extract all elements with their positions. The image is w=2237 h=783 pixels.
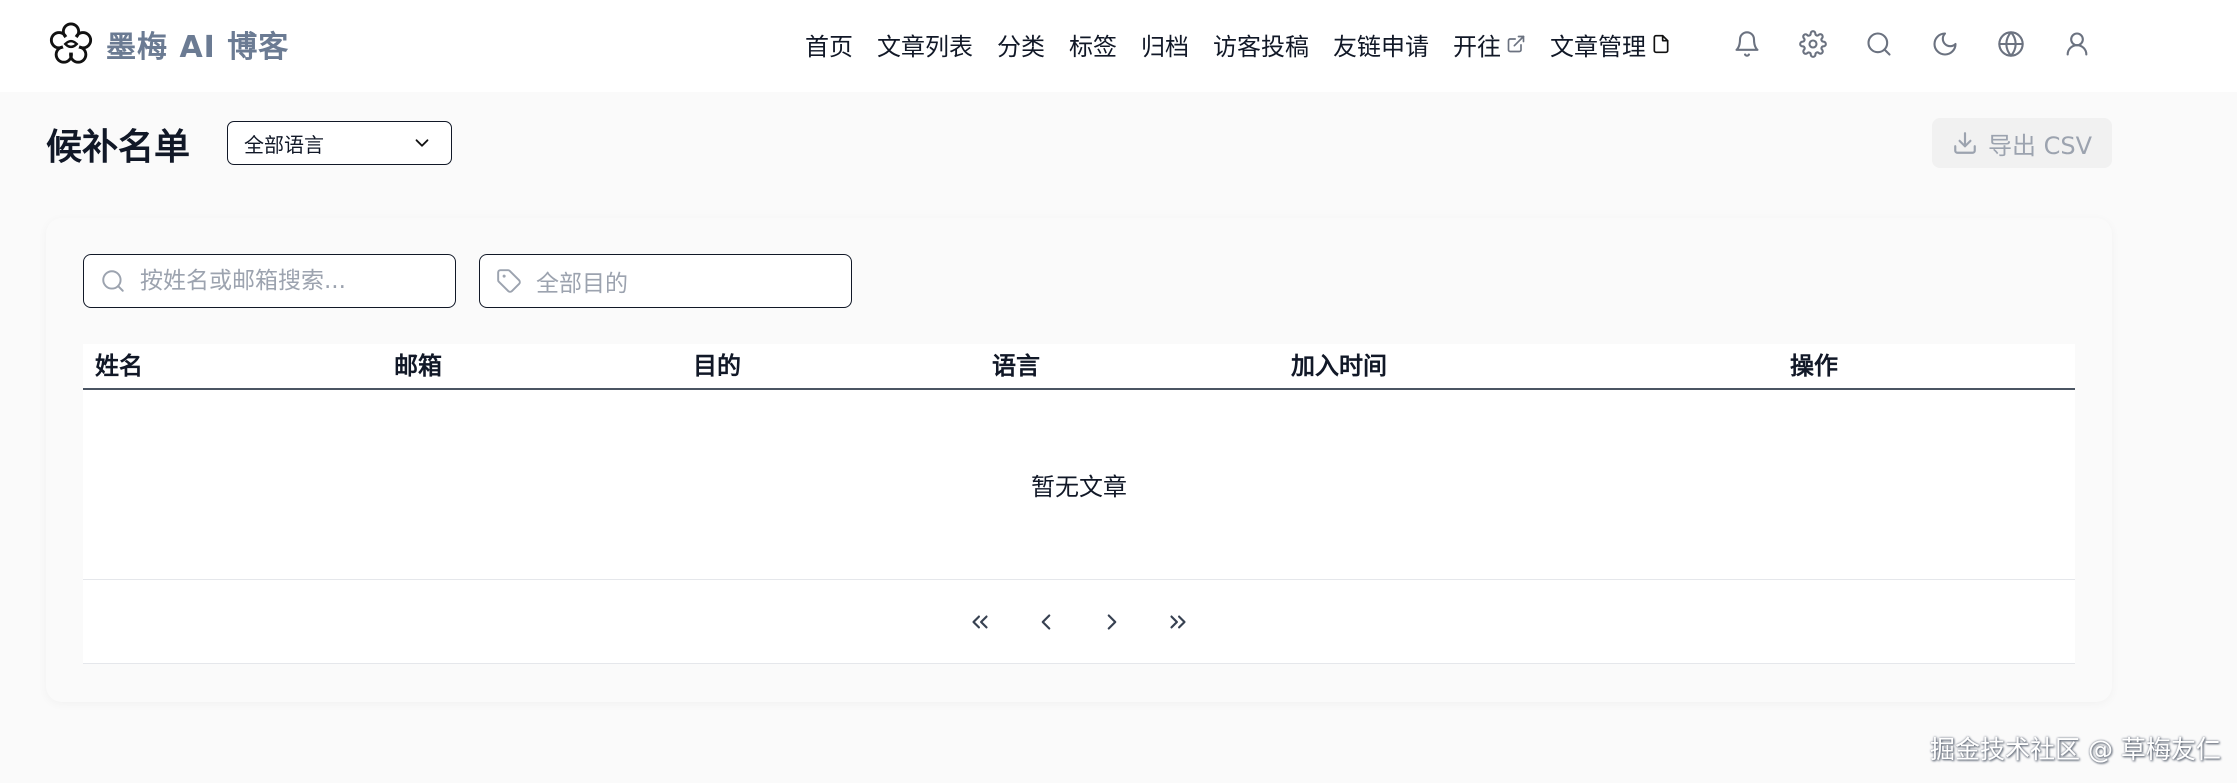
nav-item-posts[interactable]: 文章列表 <box>877 27 973 62</box>
column-header-actions: 操作 <box>1790 352 1838 380</box>
nav-item-tags[interactable]: 标签 <box>1069 27 1117 62</box>
last-page-icon[interactable] <box>1165 609 1191 635</box>
nav-label: 归档 <box>1141 32 1189 61</box>
plum-blossom-logo <box>49 22 93 64</box>
main-nav: 首页 文章列表 分类 标签 归档 访客投稿 友链申请 开往 文章管理 <box>805 22 1671 66</box>
waitlist-card: 全部目的 姓名 邮箱 目的 语言 加入时间 操作 暂无文章 <box>46 218 2112 702</box>
tag-icon <box>497 269 521 293</box>
next-page-icon[interactable] <box>1099 609 1125 635</box>
purpose-filter[interactable]: 全部目的 <box>479 254 852 308</box>
nav-label: 标签 <box>1069 32 1117 61</box>
table-header: 姓名 邮箱 目的 语言 加入时间 操作 <box>83 344 2075 390</box>
waitlist-table: 姓名 邮箱 目的 语言 加入时间 操作 暂无文章 <box>83 344 2075 664</box>
column-header-purpose[interactable]: 目的 <box>693 344 741 388</box>
language-select-value: 全部语言 <box>244 132 324 157</box>
column-header-joined-at[interactable]: 加入时间 <box>1291 344 1387 388</box>
nav-label: 文章列表 <box>877 32 973 61</box>
top-header: 墨梅 AI 博客 首页 文章列表 分类 标签 归档 访客投稿 友链申请 开往 文… <box>0 0 2237 92</box>
nav-label: 开往 <box>1453 32 1501 61</box>
nav-label: 友链申请 <box>1333 32 1429 61</box>
moon-icon[interactable] <box>1931 30 1959 58</box>
nav-item-post-admin[interactable]: 文章管理 <box>1550 27 1671 62</box>
external-link-icon <box>1507 35 1525 53</box>
column-header-email[interactable]: 邮箱 <box>394 344 442 388</box>
first-page-icon[interactable] <box>967 609 993 635</box>
header-actions <box>1733 24 2091 64</box>
bell-icon[interactable] <box>1733 30 1761 58</box>
file-icon <box>1653 34 1669 54</box>
export-csv-label: 导出 CSV <box>1987 131 2093 160</box>
watermark: 掘金技术社区 @ 草梅友仁 <box>1930 735 2221 764</box>
download-icon <box>1954 132 1976 154</box>
nav-item-travelling[interactable]: 开往 <box>1453 27 1526 62</box>
search-icon <box>102 270 124 292</box>
pagination <box>83 580 2075 664</box>
column-header-language[interactable]: 语言 <box>992 344 1040 388</box>
nav-item-submit[interactable]: 访客投稿 <box>1213 27 1309 62</box>
search-input[interactable] <box>140 268 440 294</box>
nav-item-home[interactable]: 首页 <box>805 27 853 62</box>
purpose-filter-placeholder: 全部目的 <box>536 271 628 297</box>
nav-label: 分类 <box>997 32 1045 61</box>
prev-page-icon[interactable] <box>1033 609 1059 635</box>
gear-icon[interactable] <box>1799 30 1827 58</box>
nav-label: 首页 <box>805 32 853 61</box>
globe-icon[interactable] <box>1997 30 2025 58</box>
nav-label: 文章管理 <box>1550 32 1646 61</box>
nav-label: 访客投稿 <box>1213 32 1309 61</box>
nav-item-friend-links[interactable]: 友链申请 <box>1333 27 1429 62</box>
brand-name: 墨梅 AI 博客 <box>106 30 290 65</box>
column-header-name[interactable]: 姓名 <box>95 344 143 388</box>
user-icon[interactable] <box>2063 30 2091 58</box>
chevron-down-icon <box>415 139 429 147</box>
search-field[interactable] <box>83 254 456 308</box>
page-title: 候补名单 <box>46 127 191 168</box>
nav-item-categories[interactable]: 分类 <box>997 27 1045 62</box>
export-csv-button[interactable]: 导出 CSV <box>1932 118 2112 168</box>
table-empty-state: 暂无文章 <box>83 390 2075 580</box>
nav-item-archive[interactable]: 归档 <box>1141 27 1189 62</box>
brand[interactable]: 墨梅 AI 博客 <box>48 20 289 68</box>
empty-state-text: 暂无文章 <box>1031 473 1127 501</box>
search-icon[interactable] <box>1865 30 1893 58</box>
language-select[interactable]: 全部语言 <box>227 121 452 165</box>
